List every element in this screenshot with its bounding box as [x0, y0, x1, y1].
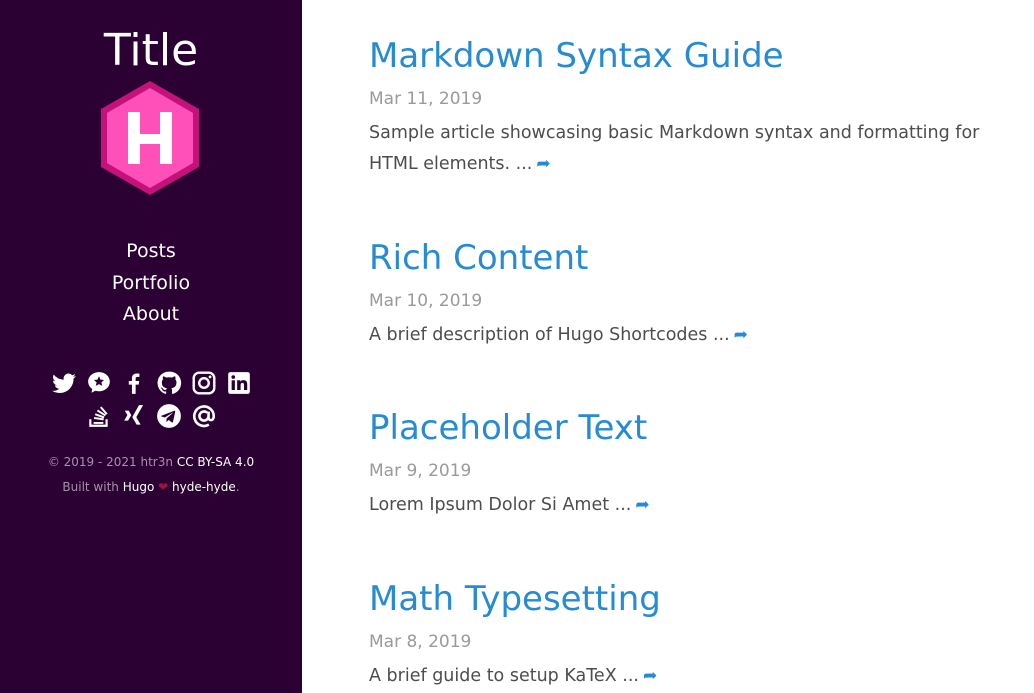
post-date: Mar 10, 2019 [369, 291, 483, 311]
instagram-icon[interactable] [191, 370, 217, 396]
post-title-link[interactable]: Rich Content [369, 238, 1019, 278]
license-link[interactable]: CC BY-SA 4.0 [177, 455, 254, 469]
post-title-link[interactable]: Markdown Syntax Guide [369, 36, 1019, 76]
read-more-arrow-icon[interactable]: ➦ [536, 154, 550, 174]
site-title[interactable]: Title [0, 26, 302, 76]
post-date: Mar 11, 2019 [369, 89, 483, 109]
post-item: Rich Content Mar 10, 2019 A brief descri… [369, 238, 1019, 351]
heart-icon: ❤ [158, 480, 169, 494]
post-summary: A brief description of Hugo Shortcodes .… [369, 320, 1019, 351]
post-date: Mar 9, 2019 [369, 461, 472, 481]
read-more-arrow-icon[interactable]: ➦ [635, 495, 649, 515]
nav-portfolio[interactable]: Portfolio [0, 268, 302, 300]
sidebar: Title Posts Portfolio About © 2019 - 202… [0, 0, 302, 693]
sidebar-nav: Posts Portfolio About [0, 236, 302, 331]
post-title-link[interactable]: Math Typesetting [369, 579, 1019, 619]
sidebar-footer: © 2019 - 2021 htr3n CC BY-SA 4.0 Built w… [0, 450, 302, 500]
post-item: Math Typesetting Mar 8, 2019 A brief gui… [369, 579, 1019, 692]
post-title-link[interactable]: Placeholder Text [369, 408, 1019, 448]
post-summary-text: Sample article showcasing basic Markdown… [369, 123, 980, 174]
micro-blog-icon[interactable] [86, 370, 112, 396]
nav-posts[interactable]: Posts [0, 236, 302, 268]
nav-about[interactable]: About [0, 299, 302, 331]
post-item: Placeholder Text Mar 9, 2019 Lorem Ipsum… [369, 408, 1019, 521]
copyright-line: © 2019 - 2021 htr3n CC BY-SA 4.0 [0, 450, 302, 475]
stackoverflow-icon[interactable] [86, 403, 112, 429]
theme-link[interactable]: hyde-hyde [172, 480, 236, 494]
read-more-arrow-icon[interactable]: ➦ [734, 325, 748, 345]
built-with-text: Built with [62, 480, 119, 494]
built-with-line: Built with Hugo ❤ hyde-hyde. [0, 475, 302, 500]
post-item: Markdown Syntax Guide Mar 11, 2019 Sampl… [369, 36, 1019, 180]
email-icon[interactable] [191, 403, 217, 429]
facebook-icon[interactable] [121, 370, 147, 396]
footer-period: . [235, 480, 240, 494]
post-summary-text: Lorem Ipsum Dolor Si Amet ... [369, 495, 632, 515]
twitter-icon[interactable] [51, 370, 77, 396]
post-summary-text: A brief guide to setup KaTeX ... [369, 666, 639, 686]
telegram-icon[interactable] [156, 403, 182, 429]
social-links [0, 370, 302, 436]
post-summary: Sample article showcasing basic Markdown… [369, 118, 1019, 180]
copyright-text: © 2019 - 2021 htr3n [47, 455, 173, 469]
post-summary: A brief guide to setup KaTeX ... ➦ [369, 661, 1019, 692]
hugo-link[interactable]: Hugo [123, 480, 155, 494]
xing-icon[interactable] [121, 403, 147, 429]
post-date: Mar 8, 2019 [369, 632, 472, 652]
post-summary-text: A brief description of Hugo Shortcodes .… [369, 325, 730, 345]
read-more-arrow-icon[interactable]: ➦ [643, 666, 657, 686]
github-icon[interactable] [156, 370, 182, 396]
linkedin-icon[interactable] [226, 370, 252, 396]
post-summary: Lorem Ipsum Dolor Si Amet ... ➦ [369, 490, 1019, 521]
hugo-logo-icon[interactable] [98, 79, 202, 197]
